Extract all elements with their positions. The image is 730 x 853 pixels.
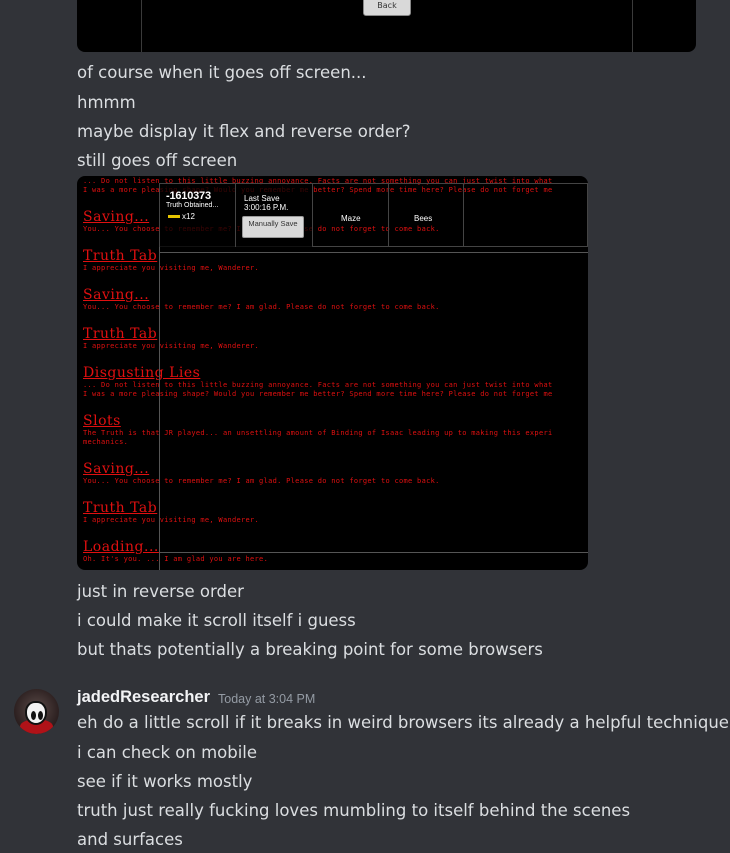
avatar-eye <box>31 711 36 720</box>
back-button: Back <box>363 0 411 16</box>
log-entry: Truth Tab I appreciate you visiting me, … <box>83 326 259 351</box>
last-save: Last Save 3:00:16 P.M. <box>244 194 289 212</box>
log-title: Truth Tab <box>83 500 158 516</box>
frame-line <box>159 247 160 570</box>
image-attachment-screenshot[interactable]: ... Do not listen to this little buzzing… <box>77 176 588 570</box>
log-title: Saving... <box>83 461 150 477</box>
message-text: of course when it goes off screen... <box>77 63 367 82</box>
log-title: Truth Tab <box>83 248 158 264</box>
message-text: see if it works mostly <box>77 772 253 791</box>
log-body: I was a more pleasing shape? Would you r… <box>83 390 553 398</box>
image-attachment-top[interactable]: Back <box>77 0 696 52</box>
log-title: Disgusting Lies <box>83 365 201 381</box>
message-text: maybe display it flex and reverse order? <box>77 122 411 141</box>
message-text: just in reverse order <box>77 582 244 601</box>
frame-line <box>159 252 588 253</box>
avatar-eye <box>38 711 43 720</box>
user-avatar[interactable] <box>14 689 59 734</box>
key-icon <box>168 215 180 219</box>
message-text: i could make it scroll itself i guess <box>77 611 356 630</box>
username[interactable]: jadedResearcher <box>77 688 210 707</box>
log-body: I appreciate you visiting me, Wanderer. <box>83 342 260 350</box>
log-entry: Saving... You... You choose to remember … <box>83 461 440 486</box>
message-text: hmmm <box>77 93 136 112</box>
log-title: Saving... <box>83 287 150 303</box>
hud-tab-bees: Bees <box>389 184 464 247</box>
hud-save-cell: Last Save 3:00:16 P.M. Manually Save <box>236 184 313 247</box>
log-body: I appreciate you visiting me, Wanderer. <box>83 264 260 272</box>
truth-counter: -1610373 Truth Obtained... <box>166 190 218 209</box>
message-text: i can check on mobile <box>77 743 258 762</box>
tab-maze: Maze <box>341 214 361 223</box>
hud-tab-maze: Maze <box>313 184 389 247</box>
log-body: mechanics. <box>83 438 129 446</box>
log-body: ... Do not listen to this little buzzing… <box>83 381 553 389</box>
log-entry: Slots The Truth is that JR played... an … <box>83 413 553 447</box>
counter-label: Truth Obtained... <box>166 202 219 209</box>
message-text: eh do a little scroll if it breaks in we… <box>77 713 729 732</box>
log-body: You... You choose to remember me? I am g… <box>83 303 440 311</box>
hud-counter-cell: -1610373 Truth Obtained... x12 <box>160 184 236 247</box>
message-text: truth just really fucking loves mumbling… <box>77 801 631 820</box>
log-body: Oh. It's you. ... I am glad you are here… <box>83 555 269 563</box>
divider <box>632 0 633 52</box>
tab-bees: Bees <box>414 214 433 223</box>
log-entry: Disgusting Lies ... Do not listen to thi… <box>83 365 553 399</box>
game-hud: -1610373 Truth Obtained... x12 Last Save… <box>159 183 588 247</box>
message-text: but thats potentially a breaking point f… <box>77 640 543 659</box>
log-entry: Truth Tab I appreciate you visiting me, … <box>83 500 259 525</box>
frame-line <box>159 552 588 553</box>
log-title: Slots <box>83 413 121 429</box>
message-timestamp[interactable]: Today at 3:04 PM <box>218 692 315 706</box>
message-text: and surfaces <box>77 830 183 849</box>
message-text: still goes off screen <box>77 151 238 170</box>
manual-save-button: Manually Save <box>242 216 304 238</box>
log-body: The Truth is that JR played... an unsett… <box>83 429 553 437</box>
log-entry: Saving... You... You choose to remember … <box>83 287 440 312</box>
log-body: You... You choose to remember me? I am g… <box>83 477 440 485</box>
counter-value: -1610373 <box>166 190 211 202</box>
log-body: I appreciate you visiting me, Wanderer. <box>83 516 260 524</box>
avatar-mask <box>25 701 47 725</box>
divider <box>141 0 142 52</box>
log-title: Truth Tab <box>83 326 158 342</box>
keys-count: x12 <box>168 212 195 221</box>
